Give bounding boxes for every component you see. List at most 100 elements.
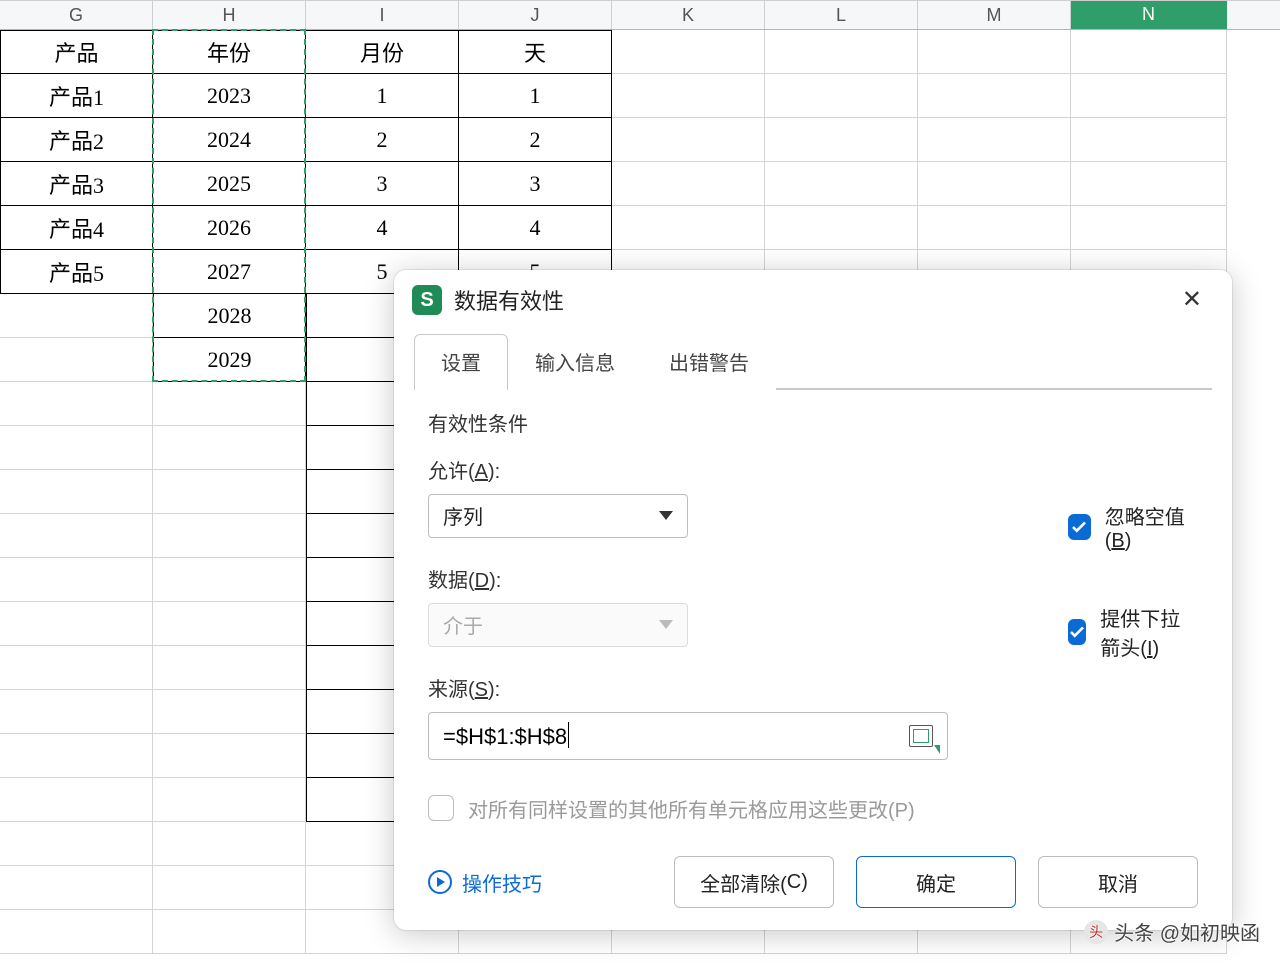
cell[interactable]: 2026 (153, 206, 306, 250)
cell[interactable]: 年份 (153, 30, 306, 74)
tab-error-alert[interactable]: 出错警告 (642, 334, 776, 390)
cancel-button[interactable]: 取消 (1038, 856, 1198, 908)
cell[interactable]: 2028 (153, 294, 306, 338)
cell[interactable] (153, 910, 306, 954)
cell[interactable]: 2025 (153, 162, 306, 206)
cell[interactable] (153, 734, 306, 778)
apply-all-label: 对所有同样设置的其他所有单元格应用这些更改(P) (468, 794, 915, 823)
cell[interactable] (153, 558, 306, 602)
cell[interactable] (0, 822, 153, 866)
cell[interactable] (612, 30, 765, 74)
ok-button[interactable]: 确定 (856, 856, 1016, 908)
tab-settings[interactable]: 设置 (414, 334, 508, 390)
cell[interactable] (1071, 30, 1227, 74)
column-header-N[interactable]: N (1071, 1, 1227, 29)
dropdown-arrow-checkbox[interactable] (1068, 619, 1086, 645)
cell[interactable] (765, 162, 918, 206)
cell[interactable]: 产品5 (0, 250, 153, 294)
cell[interactable]: 2029 (153, 338, 306, 382)
cell[interactable] (153, 822, 306, 866)
cell[interactable] (0, 382, 153, 426)
cell[interactable] (612, 162, 765, 206)
cell[interactable] (153, 778, 306, 822)
cell[interactable]: 2024 (153, 118, 306, 162)
column-header-H[interactable]: H (153, 1, 306, 29)
cell[interactable] (0, 866, 153, 910)
column-header-M[interactable]: M (918, 1, 1071, 29)
cell[interactable] (1071, 206, 1227, 250)
cell[interactable]: 4 (306, 206, 459, 250)
cell[interactable] (153, 470, 306, 514)
cell[interactable]: 产品 (0, 30, 153, 74)
cell[interactable] (918, 206, 1071, 250)
cell[interactable] (918, 30, 1071, 74)
cell[interactable] (0, 602, 153, 646)
cell[interactable]: 产品4 (0, 206, 153, 250)
cell[interactable]: 产品2 (0, 118, 153, 162)
dropdown-arrow-label: 提供下拉箭头(I) (1100, 603, 1198, 661)
cell[interactable] (0, 514, 153, 558)
cell[interactable]: 2 (459, 118, 612, 162)
allow-select[interactable]: 序列 (428, 494, 688, 538)
cell[interactable]: 月份 (306, 30, 459, 74)
cell[interactable] (153, 602, 306, 646)
cell[interactable] (153, 866, 306, 910)
source-value: =$H$1:$H$8 (443, 722, 569, 750)
ignore-blank-checkbox[interactable] (1068, 514, 1091, 540)
cell[interactable]: 天 (459, 30, 612, 74)
cell[interactable] (612, 118, 765, 162)
cell[interactable]: 1 (459, 74, 612, 118)
cell[interactable] (0, 426, 153, 470)
column-header-K[interactable]: K (612, 1, 765, 29)
cell[interactable] (153, 690, 306, 734)
cell[interactable] (765, 206, 918, 250)
cell[interactable] (153, 426, 306, 470)
cell[interactable] (1071, 118, 1227, 162)
cell[interactable] (612, 206, 765, 250)
cell[interactable] (0, 470, 153, 514)
cell[interactable] (153, 646, 306, 690)
cell[interactable] (765, 74, 918, 118)
clear-all-button[interactable]: 全部清除(C) (674, 856, 834, 908)
column-header-I[interactable]: I (306, 1, 459, 29)
cell[interactable]: 3 (459, 162, 612, 206)
cell[interactable] (612, 74, 765, 118)
range-select-icon[interactable] (909, 725, 933, 747)
cell[interactable] (0, 734, 153, 778)
column-header-J[interactable]: J (459, 1, 612, 29)
cell[interactable]: 产品3 (0, 162, 153, 206)
source-input[interactable]: =$H$1:$H$8 (428, 712, 948, 760)
cell[interactable] (0, 294, 153, 338)
cell[interactable]: 2027 (153, 250, 306, 294)
dialog-titlebar: S 数据有效性 ✕ (394, 270, 1232, 322)
allow-value: 序列 (443, 501, 483, 530)
cell[interactable] (1071, 74, 1227, 118)
column-header-G[interactable]: G (0, 1, 153, 29)
app-icon: S (412, 285, 442, 315)
tab-input-message[interactable]: 输入信息 (508, 334, 642, 390)
apply-all-checkbox[interactable] (428, 795, 454, 821)
cell[interactable] (0, 558, 153, 602)
cell[interactable]: 3 (306, 162, 459, 206)
cell[interactable] (0, 910, 153, 954)
cell[interactable] (0, 338, 153, 382)
cell[interactable]: 2 (306, 118, 459, 162)
cell[interactable]: 1 (306, 74, 459, 118)
cell[interactable] (918, 162, 1071, 206)
close-icon[interactable]: ✕ (1174, 284, 1210, 316)
cell[interactable]: 2023 (153, 74, 306, 118)
cell[interactable]: 4 (459, 206, 612, 250)
cell[interactable]: 产品1 (0, 74, 153, 118)
cell[interactable] (0, 778, 153, 822)
cell[interactable] (1071, 162, 1227, 206)
column-header-L[interactable]: L (765, 1, 918, 29)
cell[interactable] (765, 118, 918, 162)
cell[interactable] (153, 382, 306, 426)
tips-link[interactable]: 操作技巧 (428, 868, 542, 897)
cell[interactable] (0, 690, 153, 734)
cell[interactable] (0, 646, 153, 690)
cell[interactable] (918, 118, 1071, 162)
cell[interactable] (153, 514, 306, 558)
cell[interactable] (918, 74, 1071, 118)
cell[interactable] (765, 30, 918, 74)
